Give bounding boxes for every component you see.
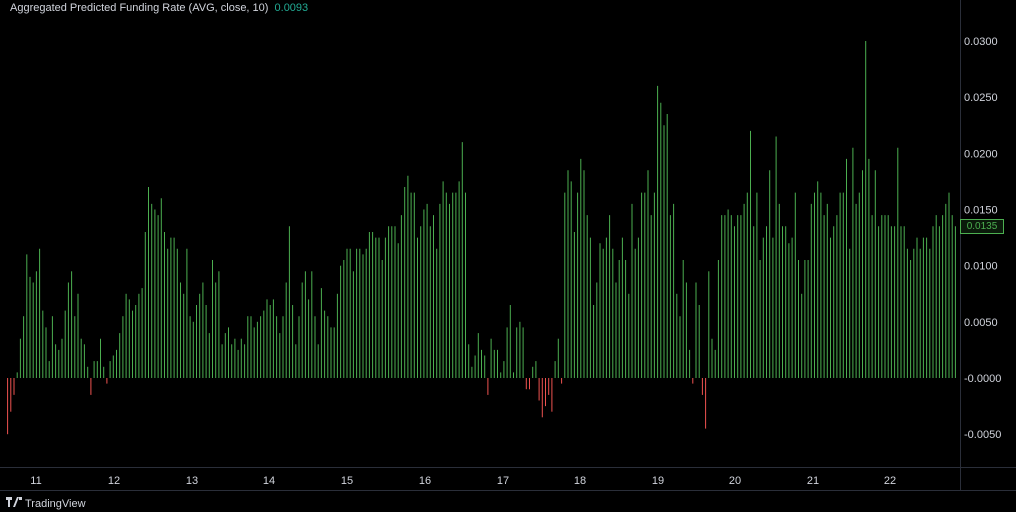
plot-background bbox=[0, 0, 1016, 512]
y-tick-label: 0.0250 bbox=[964, 92, 998, 104]
x-tick-label: 15 bbox=[341, 475, 353, 487]
y-tick-label: 0.0100 bbox=[964, 261, 998, 273]
x-tick-label: 17 bbox=[497, 475, 509, 487]
indicator-value: 0.0093 bbox=[274, 2, 309, 14]
y-tick-label: -0.0050 bbox=[964, 429, 1001, 441]
x-tick-label: 19 bbox=[652, 475, 664, 487]
indicator-legend[interactable]: Aggregated Predicted Funding Rate (AVG, … bbox=[10, 2, 308, 14]
y-tick-label: 0.0150 bbox=[964, 205, 998, 217]
y-tick-label: 0.0300 bbox=[964, 36, 998, 48]
x-tick-label: 22 bbox=[884, 475, 896, 487]
x-tick-label: 18 bbox=[574, 475, 586, 487]
indicator-title: Aggregated Predicted Funding Rate (AVG, … bbox=[10, 2, 269, 14]
y-tick-label: -0.0000 bbox=[964, 373, 1001, 385]
x-tick-label: 21 bbox=[807, 475, 819, 487]
brand-footer[interactable]: TradingView bbox=[6, 497, 86, 510]
x-tick-label: 12 bbox=[108, 475, 120, 487]
y-tick-label: 0.0050 bbox=[964, 317, 998, 329]
brand-name: TradingView bbox=[25, 497, 86, 510]
last-value-label: 0.0135 bbox=[960, 219, 1004, 235]
funding-rate-chart[interactable]: 0.0300 0.0250 0.0200 0.0150 0.0100 0.0050 -0.0… bbox=[0, 0, 1016, 512]
x-tick-label: 14 bbox=[263, 475, 275, 487]
x-tick-label: 20 bbox=[729, 475, 741, 487]
x-tick-label: 13 bbox=[186, 475, 198, 487]
tradingview-logo-icon bbox=[6, 497, 22, 510]
x-tick-label: 11 bbox=[30, 475, 41, 487]
y-tick-label: 0.0200 bbox=[964, 148, 998, 160]
x-tick-label: 16 bbox=[419, 475, 431, 487]
